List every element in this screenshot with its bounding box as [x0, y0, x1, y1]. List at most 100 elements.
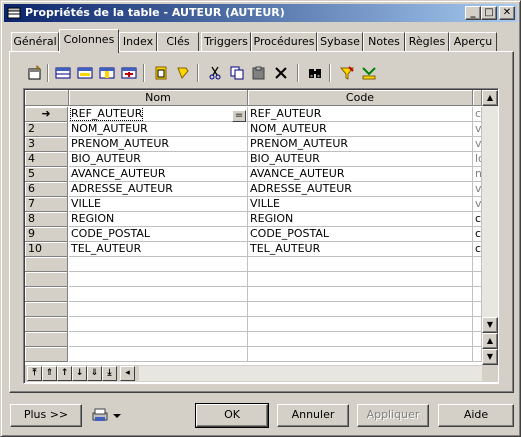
- scroll-up-button[interactable]: ▲: [482, 90, 498, 106]
- cell-partial[interactable]: [473, 257, 482, 272]
- tab-apercu[interactable]: Aperçu: [449, 32, 497, 51]
- row-header[interactable]: 10: [25, 242, 68, 257]
- scroll-page-down-button[interactable]: ▼: [482, 349, 498, 365]
- cell-nom[interactable]: [69, 347, 248, 362]
- cut-icon[interactable]: [205, 64, 225, 82]
- cell-code[interactable]: TEL_AUTEUR: [248, 242, 473, 257]
- cell-code[interactable]: [248, 272, 473, 287]
- filter-icon[interactable]: [337, 64, 357, 82]
- column-header-code[interactable]: Code: [248, 90, 473, 106]
- tab-general[interactable]: Général: [11, 32, 59, 51]
- row-header[interactable]: 7: [25, 197, 68, 212]
- find-binoculars-icon[interactable]: [305, 64, 325, 82]
- cell-partial[interactable]: ch: [473, 227, 482, 242]
- move-up-icon[interactable]: ↑: [57, 366, 72, 381]
- cell-partial[interactable]: lo: [473, 152, 482, 167]
- move-page-up-icon[interactable]: ⇑: [42, 366, 57, 381]
- paste-clip-icon[interactable]: [249, 64, 269, 82]
- cell-partial[interactable]: [473, 287, 482, 302]
- scroll-page-up-button[interactable]: ▲: [482, 333, 498, 349]
- column-header-partial[interactable]: [473, 90, 482, 106]
- cell-partial[interactable]: va: [473, 197, 482, 212]
- ok-button[interactable]: OK: [195, 403, 269, 428]
- close-button[interactable]: ✕: [499, 6, 515, 20]
- row-header[interactable]: [25, 302, 68, 317]
- cell-code[interactable]: NOM_AUTEUR: [248, 122, 473, 137]
- row-header[interactable]: [25, 287, 68, 302]
- paste-icon[interactable]: [151, 64, 171, 82]
- cell-partial[interactable]: nu: [473, 167, 482, 182]
- find-icon[interactable]: [173, 64, 193, 82]
- tab-cles[interactable]: Clés: [157, 32, 199, 51]
- cell-partial[interactable]: va: [473, 122, 482, 137]
- cell-partial[interactable]: [473, 302, 482, 317]
- row-header[interactable]: [25, 332, 68, 347]
- scroll-down-button[interactable]: ▼: [482, 317, 498, 333]
- row-header[interactable]: 2: [25, 122, 68, 137]
- cell-partial[interactable]: cl: [473, 107, 482, 122]
- cell-nom[interactable]: [69, 287, 248, 302]
- cell-partial[interactable]: [473, 332, 482, 347]
- cell-code[interactable]: REGION: [248, 212, 473, 227]
- cell-code[interactable]: [248, 347, 473, 362]
- row-header[interactable]: [25, 257, 68, 272]
- cell-partial[interactable]: ch: [473, 242, 482, 257]
- cell-code[interactable]: VILLE: [248, 197, 473, 212]
- tab-index[interactable]: Index: [119, 32, 157, 51]
- tab-regles[interactable]: Règles: [405, 32, 449, 51]
- scroll-left-button[interactable]: ◂: [120, 366, 135, 381]
- cell-nom[interactable]: BIO_AUTEUR: [69, 152, 248, 167]
- column-header-nom[interactable]: Nom: [69, 90, 248, 106]
- move-bottom-icon[interactable]: ⤓: [102, 366, 117, 381]
- plus-button[interactable]: Plus >>: [10, 404, 82, 427]
- cell-nom[interactable]: PRENOM_AUTEUR: [69, 137, 248, 152]
- cell-nom[interactable]: TEL_AUTEUR: [69, 242, 248, 257]
- columns-grid[interactable]: Nom Code ➜REF_AUTEURREF_AUTEURcl2NOM_AUT…: [23, 88, 499, 384]
- cell-code[interactable]: [248, 257, 473, 272]
- cell-nom[interactable]: NOM_AUTEUR: [69, 122, 248, 137]
- maximize-button[interactable]: □: [481, 6, 497, 20]
- print-dropdown[interactable]: [89, 406, 125, 424]
- cell-partial[interactable]: [473, 317, 482, 332]
- cell-nom[interactable]: REF_AUTEUR: [69, 107, 248, 122]
- cell-code[interactable]: CODE_POSTAL: [248, 227, 473, 242]
- move-page-down-icon[interactable]: ⇓: [87, 366, 102, 381]
- cell-code[interactable]: [248, 287, 473, 302]
- cell-ellipsis-button[interactable]: =: [232, 110, 246, 122]
- cell-code[interactable]: [248, 332, 473, 347]
- row-header[interactable]: 4: [25, 152, 68, 167]
- row-header[interactable]: [25, 317, 68, 332]
- cell-nom[interactable]: VILLE: [69, 197, 248, 212]
- apply-button[interactable]: Appliquer: [357, 404, 429, 427]
- cell-nom[interactable]: [69, 332, 248, 347]
- row-header[interactable]: 6: [25, 182, 68, 197]
- row-header[interactable]: [25, 347, 68, 362]
- move-top-icon[interactable]: ⤒: [27, 366, 42, 381]
- cell-nom[interactable]: CODE_POSTAL: [69, 227, 248, 242]
- cell-code[interactable]: ADRESSE_AUTEUR: [248, 182, 473, 197]
- cell-partial[interactable]: ch: [473, 212, 482, 227]
- cell-partial[interactable]: va: [473, 137, 482, 152]
- customize-columns-icon[interactable]: [359, 64, 379, 82]
- tab-notes[interactable]: Notes: [363, 32, 405, 51]
- cell-nom[interactable]: [69, 257, 248, 272]
- add-columns-icon[interactable]: [97, 64, 117, 82]
- tab-colonnes[interactable]: Colonnes: [59, 29, 119, 53]
- delete-icon[interactable]: [271, 64, 291, 82]
- cell-nom[interactable]: [69, 317, 248, 332]
- title-bar[interactable]: Propriétés de la table - AUTEUR (AUTEUR)…: [4, 4, 517, 22]
- row-header[interactable]: [25, 272, 68, 287]
- cell-partial[interactable]: [473, 272, 482, 287]
- tab-procedures[interactable]: Procédures: [251, 32, 317, 51]
- cancel-button[interactable]: Annuler: [277, 404, 349, 427]
- cell-code[interactable]: REF_AUTEUR: [248, 107, 473, 122]
- cell-code[interactable]: BIO_AUTEUR: [248, 152, 473, 167]
- tab-sybase[interactable]: Sybase: [317, 32, 363, 51]
- tab-triggers[interactable]: Triggers: [201, 32, 251, 51]
- properties-icon[interactable]: [25, 64, 45, 82]
- row-header[interactable]: ➜: [25, 107, 68, 122]
- create-column-icon[interactable]: [119, 64, 139, 82]
- cell-nom[interactable]: ADRESSE_AUTEUR: [69, 182, 248, 197]
- cell-code[interactable]: PRENOM_AUTEUR: [248, 137, 473, 152]
- cell-code[interactable]: [248, 302, 473, 317]
